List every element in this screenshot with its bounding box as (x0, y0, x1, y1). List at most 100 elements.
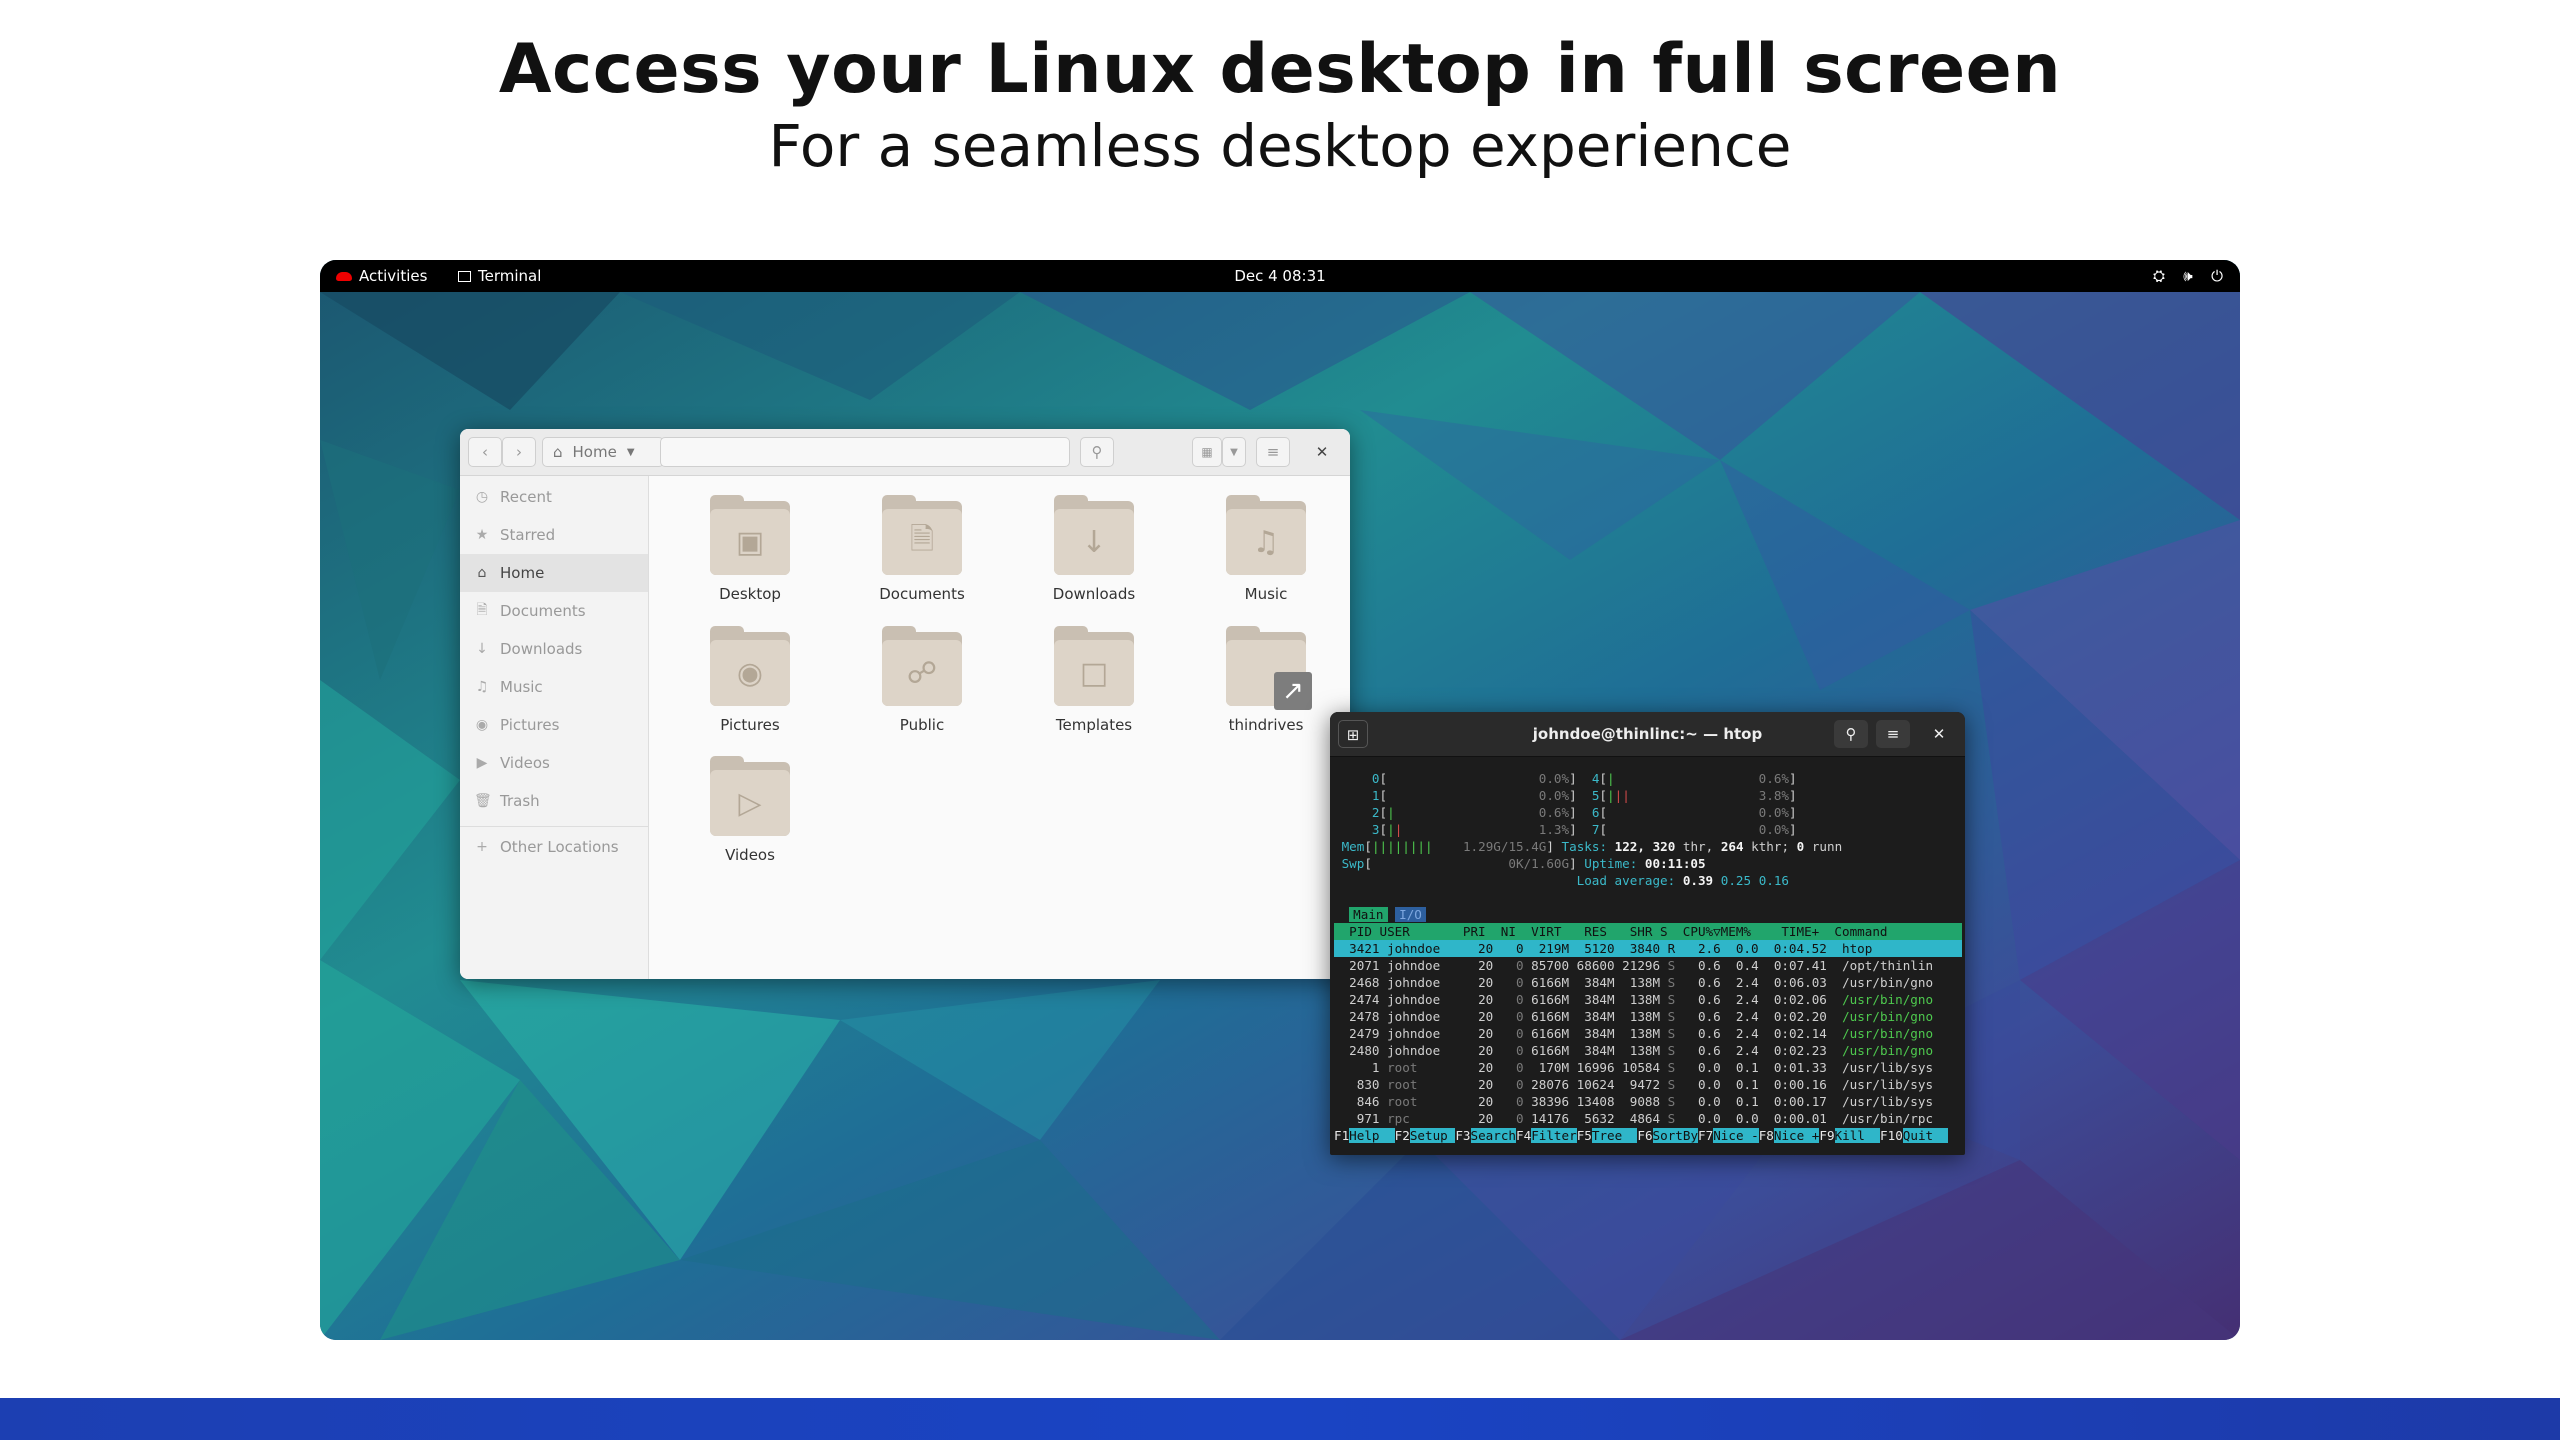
path-bar-home[interactable]: ⌂ Home ▼ (542, 437, 664, 467)
sidebar-item-label: Other Locations (500, 838, 619, 856)
process-table-header: PID USER PRI NI VIRT RES SHR S CPU%▽MEM%… (1334, 923, 1962, 940)
process-row: 2071 johndoe 20 0 85700 68600 21296 S 0.… (1334, 958, 1934, 973)
folder-item-thindrives[interactable]: ↗ thindrives (1206, 626, 1326, 734)
folder-item-desktop[interactable]: ▣ Desktop (690, 495, 810, 603)
location-entry[interactable] (660, 437, 1070, 467)
folder-item-pictures[interactable]: ◉ Pictures (690, 626, 810, 734)
folder-icon: ▣ (710, 495, 790, 575)
folder-item-music[interactable]: ♫ Music (1206, 495, 1326, 603)
folder-item-documents[interactable]: 🗎 Documents (862, 495, 982, 603)
folder-icon: 🗎 (882, 495, 962, 575)
network-icon: ⛭ (2152, 267, 2165, 285)
view-options-button[interactable]: ▼ (1222, 437, 1246, 467)
folder-label: Desktop (719, 585, 781, 603)
folder-label: Music (1244, 585, 1288, 603)
folder-label: Videos (725, 846, 775, 864)
process-row: 830 root 20 0 28076 10624 9472 S 0.0 0.1… (1334, 1077, 1934, 1092)
chevron-down-icon: ▼ (1230, 446, 1238, 458)
process-row: 2468 johndoe 20 0 6166M 384M 138M S 0.6 … (1334, 975, 1934, 990)
folder-icon: □ (1054, 626, 1134, 706)
folder-item-videos[interactable]: ▷ Videos (690, 756, 810, 864)
sidebar-item-music[interactable]: ♫ Music (460, 668, 648, 706)
sidebar-item-label: Music (500, 678, 543, 696)
hamburger-menu-icon: ≡ (1266, 443, 1280, 461)
tab-main: Main (1349, 907, 1388, 922)
main-menu-button[interactable]: ≡ (1256, 437, 1290, 467)
view-toggle-button[interactable]: ▦ (1192, 437, 1222, 467)
close-icon: ✕ (1315, 443, 1329, 461)
datetime-label: Dec 4 08:31 (1234, 267, 1326, 285)
sidebar-item-label: Videos (500, 754, 550, 772)
folder-item-downloads[interactable]: ↓ Downloads (1034, 495, 1154, 603)
terminal-search-button[interactable]: ⚲ (1834, 720, 1868, 748)
symlink-arrow-icon: ↗ (1274, 672, 1312, 710)
clock[interactable]: Dec 4 08:31 (320, 260, 2240, 292)
sidebar-item-recent[interactable]: ◷ Recent (460, 478, 648, 516)
back-button[interactable]: ‹ (468, 437, 502, 467)
cpu-meter-row: 2[| 0.6%] 6[ 0.0%] (1356, 805, 1797, 820)
folder-label: Public (899, 716, 945, 734)
sidebar-item-home[interactable]: ⌂ Home (460, 554, 648, 592)
volume-icon: 🕪 (2183, 267, 2193, 285)
folder-icon: ♫ (1226, 495, 1306, 575)
search-icon: ⚲ (1091, 443, 1103, 461)
sidebar-separator (460, 826, 648, 827)
folder-label: Pictures (720, 716, 780, 734)
folder-item-public[interactable]: ☍ Public (862, 626, 982, 734)
clock-icon: ◷ (475, 489, 489, 505)
folder-icon: ◉ (710, 626, 790, 706)
download-icon: ↓ (476, 641, 488, 657)
folder-item-templates[interactable]: □ Templates (1034, 626, 1154, 734)
plus-icon: + (476, 839, 488, 855)
document-icon: 🗎 (476, 602, 488, 618)
sidebar-item-label: Starred (500, 526, 556, 544)
terminal-window: ⊞ johndoe@thinlinc:~ — htop ⚲ ≡ ✕ 0[ 0.0… (1330, 712, 1965, 1155)
process-row: 1 root 20 0 170M 16996 10584 S 0.0 0.1 0… (1334, 1060, 1934, 1075)
trash-icon: 🗑 (474, 793, 492, 809)
system-menu-button[interactable]: ⛭ 🕪 ⏻ (2148, 260, 2228, 292)
star-icon: ★ (475, 527, 489, 543)
hero-title: Access your Linux desktop in full screen (498, 30, 2062, 109)
power-icon: ⏻ (2211, 267, 2223, 285)
sidebar-item-documents[interactable]: 🗎 Documents (460, 592, 648, 630)
sidebar-item-downloads[interactable]: ↓ Downloads (460, 630, 648, 668)
music-icon: ♫ (1252, 524, 1280, 560)
hero-subtitle: For a seamless desktop experience (768, 112, 1792, 180)
sidebar-item-other-locations[interactable]: + Other Locations (460, 828, 648, 866)
home-icon: ⌂ (477, 565, 487, 581)
sidebar-item-pictures[interactable]: ◉ Pictures (460, 706, 648, 744)
cpu-meter-row: 3[|| 1.3%] 7[ 0.0%] (1356, 822, 1797, 837)
sidebar-item-videos[interactable]: ▶ Videos (460, 744, 648, 782)
search-icon: ⚲ (1845, 725, 1857, 743)
mem-meter-row: Mem[|||||||| 1.29G/15.4G] Tasks: 122, 32… (1341, 839, 1843, 854)
load-average-row: Load average: 0.39 0.25 0.16 (1576, 873, 1790, 888)
sidebar-item-starred[interactable]: ★ Starred (460, 516, 648, 554)
close-button[interactable]: ✕ (1306, 437, 1338, 467)
htop-content[interactable]: 0[ 0.0%] 4[| 0.6%] 1[ 0.0%] 5[||| 3.8%] … (1330, 756, 1965, 1155)
files-sidebar: ◷ Recent ★ Starred ⌂ Home 🗎 Documents ↓ Downl… (460, 476, 649, 979)
terminal-menu-button[interactable]: ≡ (1876, 720, 1910, 748)
process-row: 2478 johndoe 20 0 6166M 384M 138M S 0.6 … (1334, 1009, 1934, 1024)
chevron-down-icon: ▼ (626, 446, 635, 458)
process-row-selected: 3421 johndoe 20 0 219M 5120 3840 R 2.6 0… (1334, 940, 1962, 957)
document-icon: 🗎 (909, 521, 935, 557)
chevron-left-icon: ‹ (482, 443, 488, 461)
terminal-headerbar: ⊞ johndoe@thinlinc:~ — htop ⚲ ≡ ✕ (1330, 712, 1965, 757)
sidebar-item-trash[interactable]: 🗑 Trash (460, 782, 648, 820)
process-row: 971 rpc 20 0 14176 5632 4864 S 0.0 0.0 0… (1334, 1111, 1934, 1126)
search-button[interactable]: ⚲ (1080, 437, 1114, 467)
folder-label: thindrives (1228, 716, 1304, 734)
files-headerbar: ‹ › ⌂ Home ▼ ⚲ ▦ ▼ ≡ ✕ (460, 429, 1350, 476)
folder-icon: ↓ (1054, 495, 1134, 575)
sidebar-item-label: Recent (500, 488, 552, 506)
path-location-label: Home (572, 443, 617, 461)
sidebar-item-label: Documents (500, 602, 586, 620)
video-icon: ▷ (738, 785, 762, 821)
process-row: 2479 johndoe 20 0 6166M 384M 138M S 0.6 … (1334, 1026, 1934, 1041)
function-key-bar: F1Help F2Setup F3SearchF4FilterF5Tree F6… (1334, 1128, 1949, 1143)
terminal-close-button[interactable]: ✕ (1922, 720, 1956, 748)
forward-button[interactable]: › (502, 437, 536, 467)
swap-meter-row: Swp[ 0K/1.60G] Uptime: 00:11:05 (1341, 856, 1706, 871)
top-bar: Activities Terminal Dec 4 08:31 ⛭ 🕪 ⏻ (320, 260, 2240, 292)
chevron-right-icon: › (516, 443, 522, 461)
